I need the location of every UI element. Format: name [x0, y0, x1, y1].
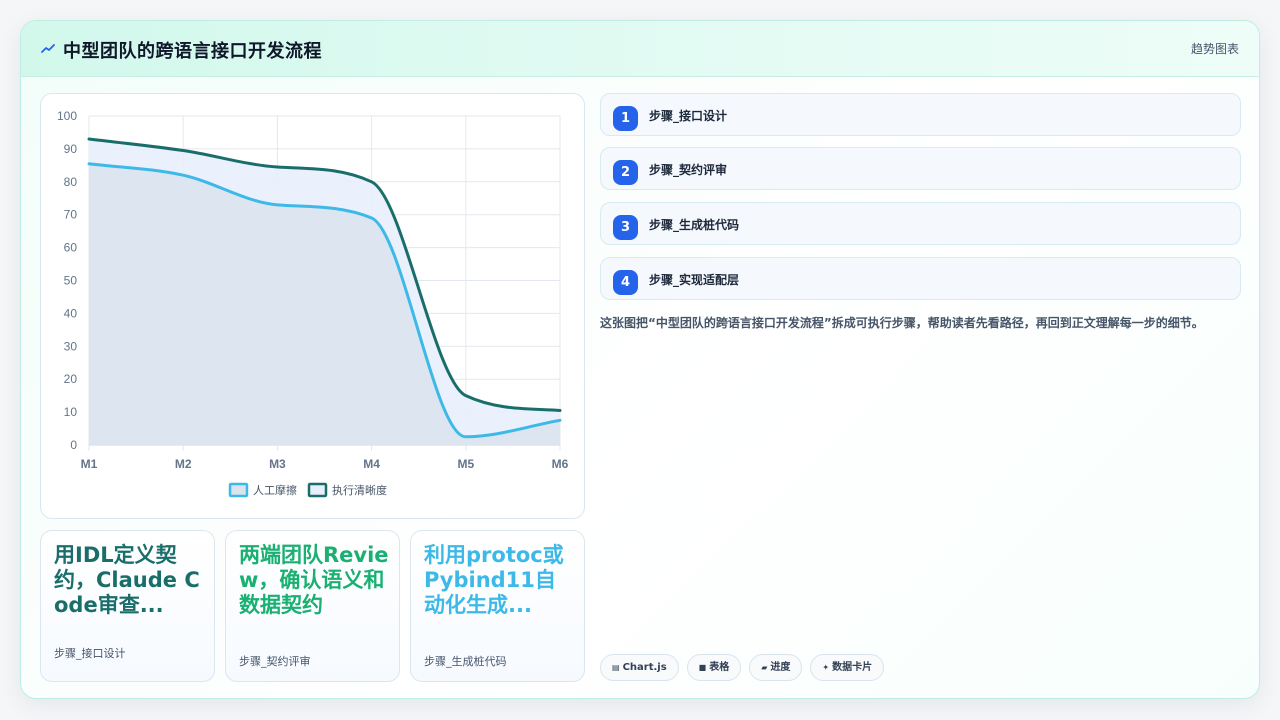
y-tick-label: 40 [64, 306, 78, 320]
y-tick-label: 80 [64, 175, 78, 189]
y-tick-label: 0 [70, 438, 77, 452]
stat-card-1: 用IDL定义契约，Claude Code审查... 步骤_接口设计 [40, 530, 215, 682]
y-tick-label: 60 [64, 241, 78, 255]
step-number-badge: 3 [613, 215, 638, 240]
chip-label: 表格 [709, 662, 730, 673]
chip-label: Chart.js [622, 662, 667, 673]
chip-table[interactable]: ■ 表格 [686, 654, 742, 681]
y-tick-label: 90 [64, 142, 78, 156]
chip-label: 数据卡片 [832, 662, 873, 673]
y-tick-label: 20 [64, 372, 78, 386]
chip-label: 进度 [770, 662, 791, 673]
legend-label-1: 人工摩擦 [253, 483, 297, 497]
card-header: 中型团队的跨语言接口开发流程 趋势图表 [21, 21, 1259, 77]
chip-progress[interactable]: ▰ 进度 [749, 654, 803, 681]
step-item-1[interactable]: 1 步骤_接口设计 [600, 93, 1241, 136]
progress-icon: ▰ [761, 663, 768, 672]
stat-card-title: 利用protoc或Pybind11自动化生成... [424, 543, 564, 617]
y-tick-label: 100 [57, 109, 77, 123]
x-tick-label: M5 [457, 457, 474, 471]
trend-line-icon [41, 44, 55, 53]
legend-swatch-1 [228, 482, 249, 498]
line-chart: 0 10 20 30 40 50 60 70 80 90 100 M1 M2 M3 M4 M5 M6 人工摩擦 执… [57, 109, 569, 498]
legend-swatch-2 [307, 482, 328, 498]
chip-chartjs[interactable]: ▤ Chart.js [600, 654, 679, 681]
x-tick-label: M4 [363, 457, 380, 471]
step-label: 步骤_接口设计 [649, 109, 728, 123]
dashboard-card: 中型团队的跨语言接口开发流程 趋势图表 0 10 20 30 40 50 60 70 80 90 1… [20, 20, 1260, 699]
stat-card-subtitle: 步骤_接口设计 [54, 647, 126, 660]
y-tick-label: 70 [64, 208, 78, 222]
step-number-badge: 1 [613, 106, 638, 131]
x-tick-label: M3 [269, 457, 286, 471]
step-label: 步骤_生成桩代码 [649, 218, 740, 232]
stat-card-2: 两端团队Review，确认语义和数据契约 步骤_契约评审 [225, 530, 400, 682]
chart-description: 这张图把“中型团队的跨语言接口开发流程”拆成可执行步骤，帮助读者先看路径，再回到… [600, 316, 1204, 330]
chart-type-tag: 趋势图表 [1190, 42, 1239, 56]
sparkle-icon: ✦ [822, 663, 830, 672]
chart-icon: ▤ [612, 663, 620, 672]
y-tick-label: 10 [64, 405, 78, 419]
stat-card-title: 用IDL定义契约，Claude Code审查... [54, 543, 200, 617]
stat-card-subtitle: 步骤_生成桩代码 [424, 655, 507, 668]
step-number-badge: 2 [613, 160, 638, 185]
stat-card-title: 两端团队Review，确认语义和数据契约 [239, 543, 389, 617]
step-item-2[interactable]: 2 步骤_契约评审 [600, 147, 1241, 190]
step-label: 步骤_实现适配层 [649, 273, 740, 287]
legend-label-2: 执行清晰度 [332, 483, 387, 497]
table-icon: ■ [698, 663, 707, 672]
chart-panel: 0 10 20 30 40 50 60 70 80 90 100 M1 M2 M3 M4 M5 M6 人工摩擦 执… [40, 93, 585, 519]
page-title: 中型团队的跨语言接口开发流程 [63, 41, 322, 62]
step-item-4[interactable]: 4 步骤_实现适配层 [600, 257, 1241, 300]
x-tick-label: M1 [81, 457, 98, 471]
step-label: 步骤_契约评审 [649, 163, 728, 177]
stat-card-3: 利用protoc或Pybind11自动化生成... 步骤_生成桩代码 [410, 530, 585, 682]
y-tick-label: 50 [64, 274, 78, 288]
stat-card-subtitle: 步骤_契约评审 [239, 655, 311, 668]
feature-chips: ▤ Chart.js ■ 表格 ▰ 进度 ✦ 数据卡片 [600, 654, 885, 682]
step-number-badge: 4 [613, 270, 638, 295]
step-item-3[interactable]: 3 步骤_生成桩代码 [600, 202, 1241, 245]
x-tick-label: M6 [552, 457, 569, 471]
chip-data-card[interactable]: ✦ 数据卡片 [810, 654, 885, 681]
x-tick-label: M2 [175, 457, 192, 471]
y-tick-label: 30 [64, 339, 78, 353]
